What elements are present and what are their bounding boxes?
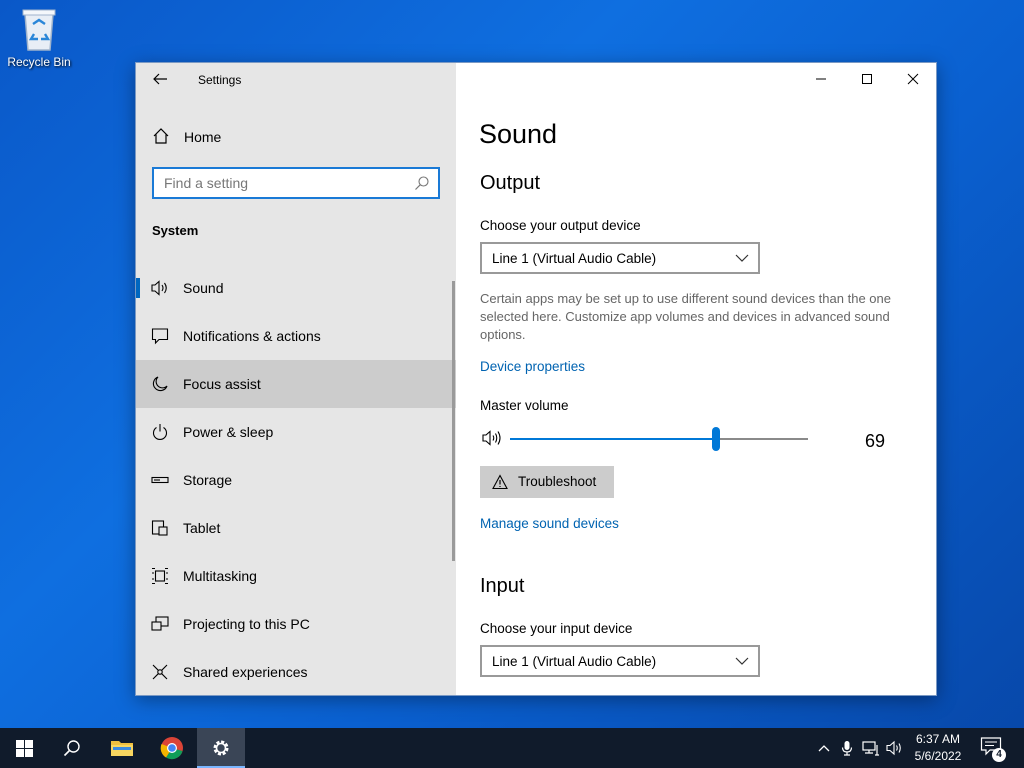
projecting-icon: [151, 616, 169, 631]
show-hidden-icons-button[interactable]: [814, 738, 834, 758]
back-button[interactable]: [150, 71, 170, 89]
search-icon[interactable]: [414, 175, 430, 191]
output-device-dropdown[interactable]: Line 1 (Virtual Audio Cable): [480, 242, 760, 274]
settings-window: Settings Home System Sound Notifications…: [135, 62, 937, 696]
nav-item-label: Multitasking: [183, 568, 257, 584]
search-input[interactable]: [154, 169, 404, 197]
home-icon: [153, 128, 169, 144]
folder-icon: [111, 741, 133, 756]
nav-item-focus-assist[interactable]: Focus assist: [136, 360, 456, 408]
nav-item-multitasking[interactable]: Multitasking: [136, 552, 456, 600]
minimize-button[interactable]: [798, 63, 844, 95]
chevron-down-icon: [735, 657, 749, 665]
chrome-button[interactable]: [148, 728, 196, 768]
recycle-bin-label: Recycle Bin: [7, 55, 71, 69]
taskbar-clock[interactable]: 6:37 AM 5/6/2022: [906, 731, 970, 765]
chevron-up-icon: [818, 745, 830, 752]
sidebar-scrollbar[interactable]: [452, 281, 455, 561]
close-button[interactable]: [890, 63, 936, 95]
nav-item-label: Sound: [183, 280, 224, 296]
shared-experiences-icon: [152, 664, 168, 680]
notification-icon: [151, 328, 169, 345]
warning-icon: [492, 474, 508, 490]
troubleshoot-label: Troubleshoot: [518, 474, 597, 489]
master-volume-slider[interactable]: [510, 427, 808, 451]
home-label: Home: [184, 129, 222, 145]
power-icon: [152, 424, 168, 441]
nav-item-label: Shared experiences: [183, 664, 308, 680]
microphone-tray-button[interactable]: [837, 738, 857, 758]
clock-date: 5/6/2022: [914, 749, 962, 763]
nav-item-label: Tablet: [183, 520, 221, 536]
slider-fill: [510, 438, 716, 440]
sidebar: Settings Home System Sound Notifications…: [136, 63, 456, 695]
slider-thumb[interactable]: [711, 427, 720, 451]
input-device-dropdown[interactable]: Line 1 (Virtual Audio Cable): [480, 645, 760, 677]
search-icon: [63, 740, 80, 757]
tablet-icon: [151, 520, 168, 536]
manage-sound-devices-link[interactable]: Manage sound devices: [480, 516, 619, 531]
nav-item-sound[interactable]: Sound: [136, 264, 456, 312]
microphone-icon: [841, 741, 853, 756]
volume-tray-button[interactable]: [885, 738, 905, 758]
input-device-value: Line 1 (Virtual Audio Cable): [492, 654, 657, 669]
device-properties-link[interactable]: Device properties: [480, 359, 585, 374]
nav-item-label: Projecting to this PC: [183, 616, 310, 632]
action-center-button[interactable]: 4: [980, 736, 1006, 762]
output-device-value: Line 1 (Virtual Audio Cable): [492, 251, 657, 266]
volume-value: 69: [865, 431, 886, 451]
maximize-icon: [862, 74, 872, 84]
input-device-label: Choose your input device: [480, 621, 633, 636]
settings-taskbar-button[interactable]: [197, 728, 245, 768]
output-device-label: Choose your output device: [480, 218, 641, 233]
minimize-icon: [816, 78, 826, 80]
recycle-bin-desktop-icon[interactable]: Recycle Bin: [6, 6, 72, 69]
nav-item-label: Storage: [183, 472, 233, 488]
nav-item-label: Notifications & actions: [183, 328, 321, 344]
search-box: [152, 167, 440, 199]
windows-logo-icon: [15, 739, 33, 757]
chevron-down-icon: [735, 254, 749, 262]
master-volume-label: Master volume: [480, 398, 569, 413]
network-tray-button[interactable]: [861, 738, 881, 758]
chrome-icon: [160, 737, 183, 760]
volume-icon: [886, 740, 901, 756]
moon-icon: [152, 376, 168, 392]
output-description: Certain apps may be set up to use differ…: [480, 291, 891, 342]
storage-icon: [151, 476, 169, 484]
nav-item-power-sleep[interactable]: Power & sleep: [136, 408, 456, 456]
close-icon: [907, 73, 919, 85]
title-bar: Settings: [136, 63, 456, 97]
back-arrow-icon: [153, 73, 167, 85]
nav-item-label: Power & sleep: [183, 424, 274, 440]
start-button[interactable]: [0, 728, 48, 768]
clock-time: 6:37 AM: [915, 732, 961, 746]
nav-item-notifications[interactable]: Notifications & actions: [136, 312, 456, 360]
multitasking-icon: [152, 567, 168, 585]
maximize-button[interactable]: [844, 63, 890, 95]
file-explorer-button[interactable]: [98, 728, 146, 768]
volume-icon[interactable]: [482, 429, 504, 447]
nav-item-tablet[interactable]: Tablet: [136, 504, 456, 552]
nav-list: Sound Notifications & actions Focus assi…: [136, 264, 456, 695]
notification-count-badge: 4: [992, 748, 1006, 762]
taskbar: 6:37 AM 5/6/2022 4: [0, 728, 1024, 768]
output-heading: Output: [480, 172, 541, 194]
recycle-bin-icon: [19, 6, 59, 52]
network-icon: [862, 741, 879, 756]
troubleshoot-button[interactable]: Troubleshoot: [480, 466, 614, 498]
app-title: Settings: [198, 73, 242, 87]
gear-icon: [213, 740, 229, 756]
speaker-icon: [151, 280, 167, 296]
nav-item-storage[interactable]: Storage: [136, 456, 456, 504]
input-heading: Input: [480, 575, 525, 597]
nav-item-shared-experiences[interactable]: Shared experiences: [136, 648, 456, 695]
home-nav-item[interactable]: Home: [136, 121, 456, 153]
search-taskbar-button[interactable]: [48, 728, 96, 768]
nav-item-label: Focus assist: [183, 376, 261, 392]
nav-item-projecting[interactable]: Projecting to this PC: [136, 600, 456, 648]
page-title: Sound: [479, 119, 558, 149]
section-label: System: [152, 223, 199, 238]
